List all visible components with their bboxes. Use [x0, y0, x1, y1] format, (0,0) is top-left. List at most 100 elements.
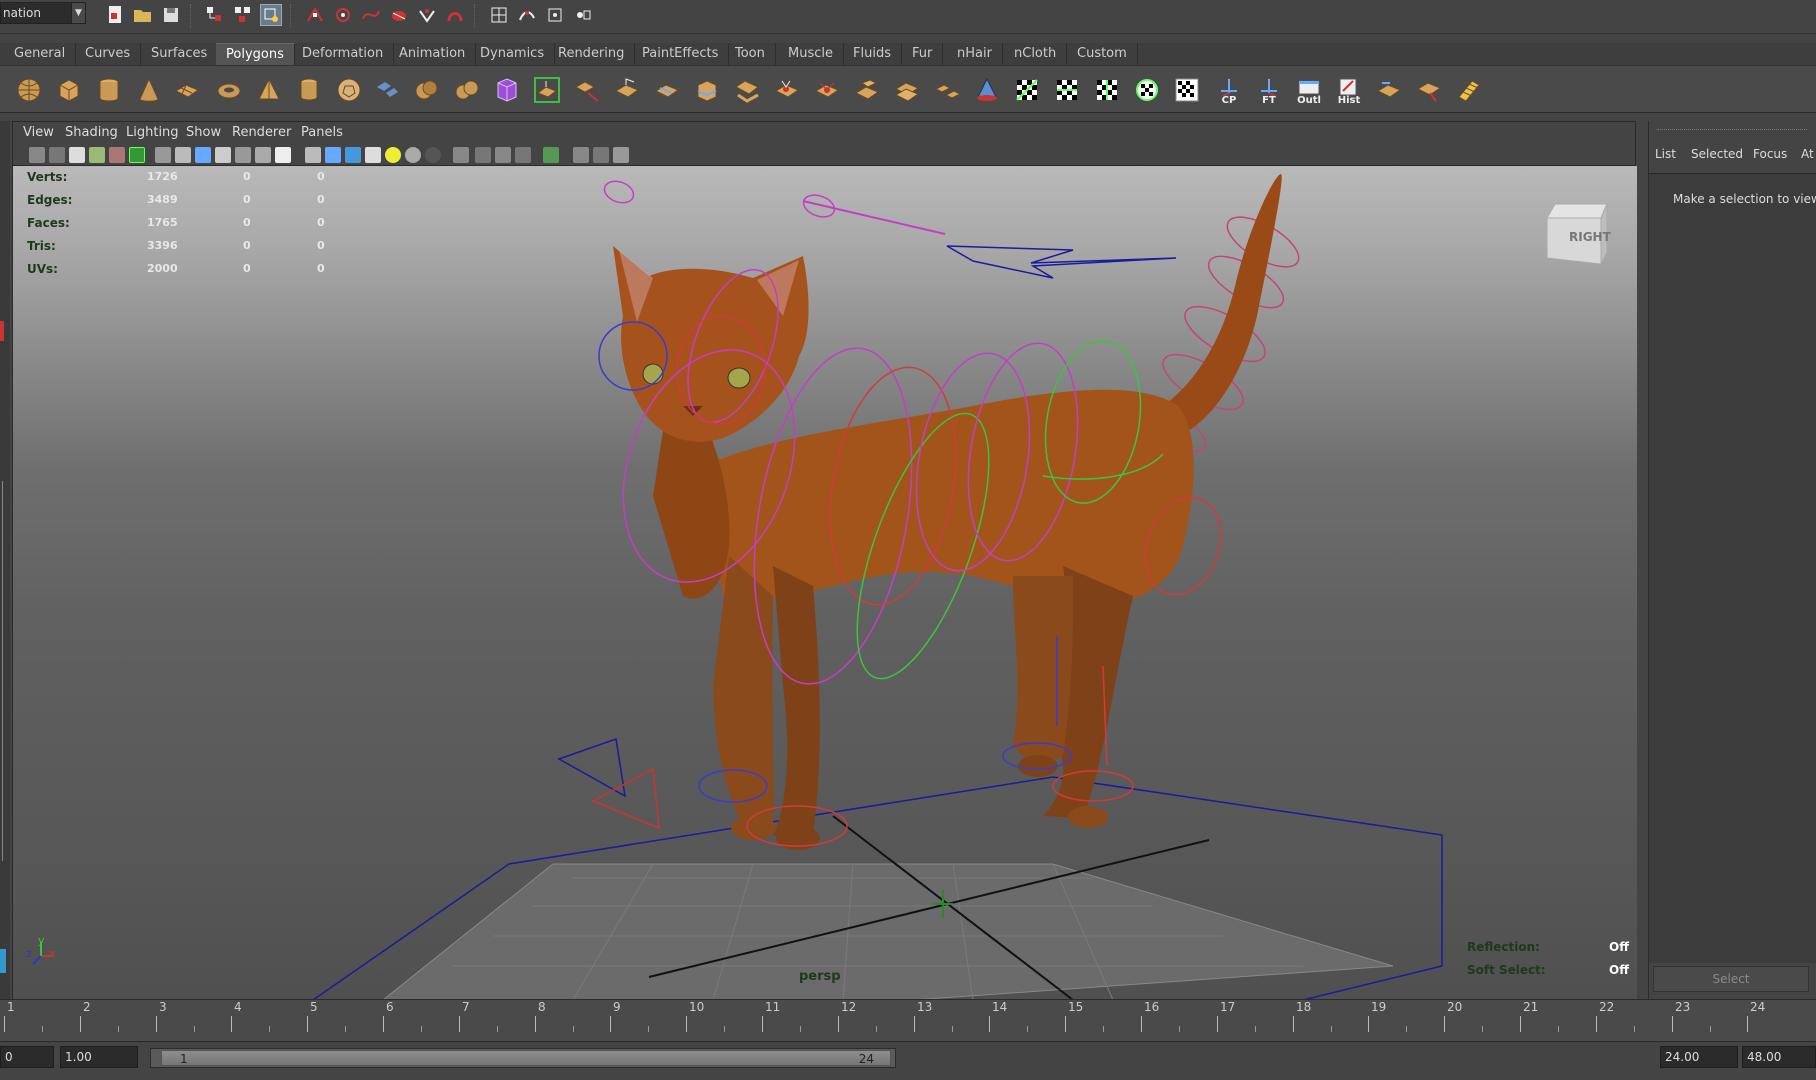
shelf-tab-curves[interactable]: Curves — [75, 43, 142, 65]
snap-curve-icon[interactable] — [516, 4, 538, 26]
panel-menu-show[interactable]: Show — [186, 125, 221, 140]
merge-vertices-icon[interactable] — [770, 72, 804, 108]
shadows-icon[interactable] — [405, 147, 421, 163]
shelf-tab-painteffects[interactable]: PaintEffects — [632, 43, 730, 65]
gate-mask-icon[interactable] — [215, 147, 231, 163]
extrude-icon[interactable] — [530, 72, 564, 108]
poly-plane-icon[interactable] — [170, 72, 204, 108]
uv-editor-icon[interactable] — [1372, 72, 1406, 108]
append-polygon-icon[interactable] — [610, 72, 644, 108]
poly-cylinder-icon[interactable] — [92, 72, 126, 108]
shelf-tab-nhair[interactable]: nHair — [947, 43, 1003, 65]
panel-menu-panels[interactable]: Panels — [301, 125, 343, 140]
history-icon[interactable]: Hist — [1332, 72, 1366, 108]
menu-selected[interactable]: Selected — [1691, 147, 1743, 161]
separate-icon[interactable] — [930, 72, 964, 108]
insert-edge-loop-icon[interactable] — [690, 72, 724, 108]
automatic-mapping-icon[interactable] — [1452, 72, 1486, 108]
select-object-icon[interactable] — [232, 4, 254, 26]
2d-pan-zoom-icon[interactable] — [109, 147, 125, 163]
extract-icon[interactable] — [850, 72, 884, 108]
select-by-surface-icon[interactable] — [388, 4, 410, 26]
single-view-icon[interactable] — [573, 147, 589, 163]
poly-cone-icon[interactable] — [132, 72, 166, 108]
planar-mapping-icon[interactable] — [1412, 72, 1446, 108]
wireframe-icon[interactable] — [305, 147, 321, 163]
grease-pencil-icon[interactable] — [129, 147, 145, 163]
shelf-tab-animation[interactable]: Animation — [389, 43, 477, 65]
image-plane-icon[interactable] — [89, 147, 105, 163]
chevron-down-icon[interactable]: ▼ — [71, 3, 85, 23]
poly-prism-icon[interactable] — [252, 72, 286, 108]
duplicate-face-icon[interactable] — [890, 72, 924, 108]
shelf-tab-dynamics[interactable]: Dynamics — [470, 43, 556, 65]
select-by-render-icon[interactable] — [444, 4, 466, 26]
open-scene-icon[interactable] — [132, 4, 154, 26]
shelf-tab-deformation[interactable]: Deformation — [292, 43, 395, 65]
select-by-curve-icon[interactable] — [360, 4, 382, 26]
max-time-field[interactable]: 48.00 — [1742, 1046, 1816, 1068]
end-time-field[interactable]: 24.00 — [1660, 1046, 1738, 1068]
safe-action-icon[interactable] — [255, 147, 271, 163]
save-scene-icon[interactable] — [160, 4, 182, 26]
x-ray-icon[interactable] — [425, 147, 441, 163]
film-gate-icon[interactable] — [175, 147, 191, 163]
offset-edge-loop-icon[interactable] — [730, 72, 764, 108]
panel-menu-renderer[interactable]: Renderer — [232, 125, 291, 140]
scene-canvas[interactable] — [13, 166, 1637, 1000]
bookmarks-icon[interactable] — [69, 147, 85, 163]
smooth-shade-icon[interactable] — [325, 147, 341, 163]
select-by-handle-icon[interactable] — [304, 4, 326, 26]
panel-menu-lighting[interactable]: Lighting — [126, 125, 179, 140]
uv-checker-2-icon[interactable] — [1050, 72, 1084, 108]
xray-joints-icon[interactable] — [475, 147, 491, 163]
uv-checker-1-icon[interactable] — [1010, 72, 1044, 108]
snap-grid-icon[interactable] — [488, 4, 510, 26]
select-hierarchy-icon[interactable] — [204, 4, 226, 26]
select-by-joint-icon[interactable] — [332, 4, 354, 26]
poly-cube-icon[interactable] — [52, 72, 86, 108]
poly-torus-icon[interactable] — [212, 72, 246, 108]
resolution-gate-icon[interactable] — [195, 147, 211, 163]
camera-attributes-icon[interactable] — [49, 147, 65, 163]
poly-sphere-icon[interactable] — [12, 72, 46, 108]
shelf-tab-custom[interactable]: Custom — [1067, 43, 1138, 65]
safe-title-icon[interactable] — [275, 147, 291, 163]
highlight-selection-icon[interactable] — [543, 147, 559, 163]
motion-blur-icon[interactable] — [515, 147, 531, 163]
grid-icon[interactable] — [155, 147, 171, 163]
outliner-icon[interactable]: Outl — [1292, 72, 1326, 108]
range-slider-thumb[interactable]: 1 24 — [161, 1050, 891, 1066]
new-scene-icon[interactable] — [104, 4, 126, 26]
boolean-union-icon[interactable] — [410, 72, 444, 108]
shelf-tab-fluids[interactable]: Fluids — [843, 43, 902, 65]
wireframe-on-shaded-icon[interactable] — [345, 147, 361, 163]
shelf-tab-rendering[interactable]: Rendering — [548, 43, 636, 65]
four-view-icon[interactable] — [593, 147, 609, 163]
select-button[interactable]: Select — [1653, 966, 1809, 992]
menu-list[interactable]: List — [1655, 147, 1676, 161]
boolean-difference-icon[interactable] — [450, 72, 484, 108]
uv-checker-3-icon[interactable] — [1090, 72, 1124, 108]
poly-pipe-icon[interactable] — [292, 72, 326, 108]
shelf-tab-ncloth[interactable]: nCloth — [1004, 43, 1068, 65]
panel-grip[interactable] — [1657, 129, 1807, 130]
uv-checker-5-icon[interactable] — [1170, 72, 1204, 108]
share-view-icon[interactable] — [613, 147, 629, 163]
field-chart-icon[interactable] — [235, 147, 251, 163]
shelf-tab-muscle[interactable]: Muscle — [778, 43, 844, 65]
ambient-occlusion-icon[interactable] — [495, 147, 511, 163]
view-cube[interactable]: RIGHT — [1543, 196, 1613, 266]
snap-view-plane-icon[interactable] — [572, 4, 594, 26]
shelf-tab-polygons[interactable]: Polygons — [216, 43, 295, 65]
sculpt-icon[interactable] — [970, 72, 1004, 108]
panel-menu-view[interactable]: View — [23, 125, 54, 140]
smooth-icon[interactable] — [490, 72, 524, 108]
snap-point-icon[interactable] — [544, 4, 566, 26]
use-all-lights-icon[interactable] — [385, 147, 401, 163]
uv-checker-4-icon[interactable] — [1130, 72, 1164, 108]
select-camera-icon[interactable] — [29, 147, 45, 163]
merge-to-center-icon[interactable] — [810, 72, 844, 108]
bridge-icon[interactable] — [570, 72, 604, 108]
select-by-deform-icon[interactable] — [416, 4, 438, 26]
